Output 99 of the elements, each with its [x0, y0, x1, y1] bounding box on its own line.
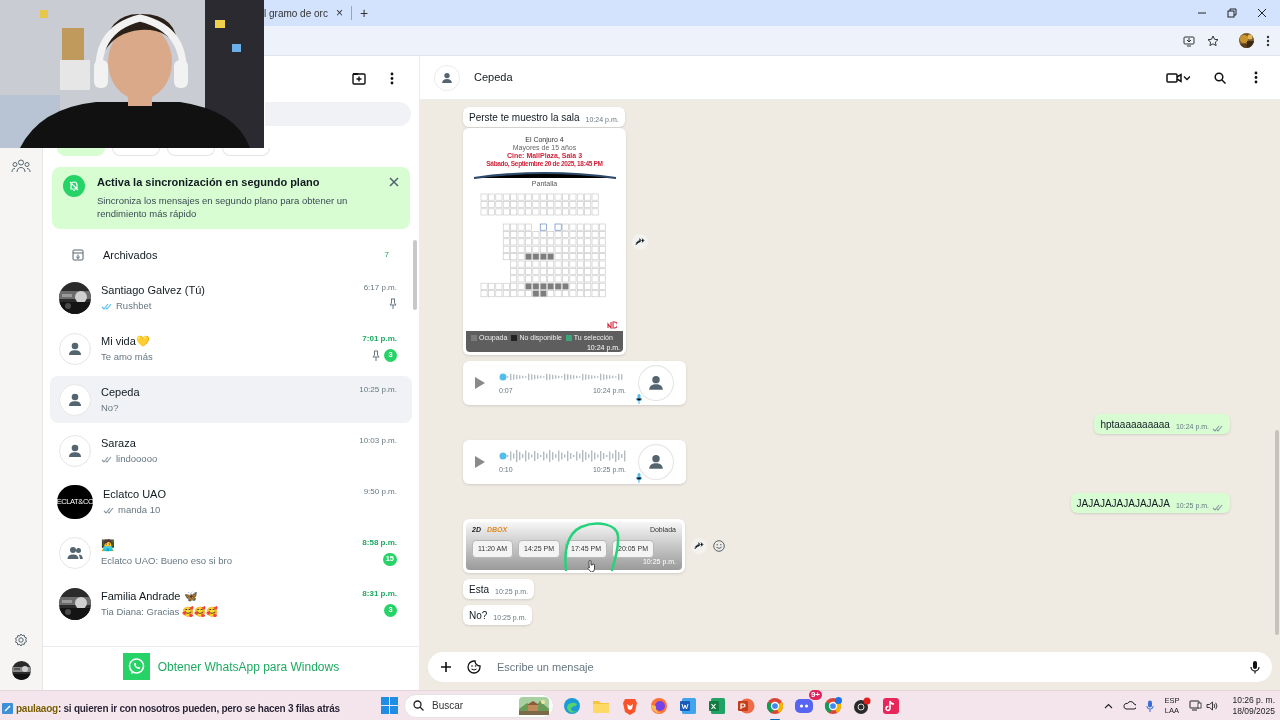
star-icon[interactable] — [1207, 34, 1219, 47]
scrollbar-thumb[interactable] — [1275, 430, 1279, 635]
archived-count: 7 — [384, 249, 389, 261]
video-call-icon[interactable] — [1166, 71, 1190, 84]
more-menu-icon[interactable] — [1266, 34, 1270, 47]
clock-date[interactable]: 18/09/2025 — [1232, 705, 1275, 717]
message-text: No? — [469, 609, 488, 623]
browser-icon[interactable] — [563, 696, 581, 715]
play-icon[interactable] — [475, 377, 485, 389]
banner-title: Activa la sincronización en segundo plano — [97, 175, 321, 189]
chat-name: Familia Andrade 🦋 — [101, 589, 199, 603]
music-note-app-icon[interactable] — [882, 696, 900, 715]
chat-time: 6:17 p.m. — [363, 281, 397, 294]
message-text: JAJAJAJAJAJAJAJA — [1076, 497, 1170, 511]
search-placeholder: Buscar — [432, 699, 465, 713]
chat-name: Mi vida💛 — [101, 334, 151, 348]
message-field[interactable]: Escribe un mensaje — [428, 652, 1272, 682]
slides-app-icon[interactable] — [737, 696, 755, 715]
chat-time: 10:25 p.m. — [359, 383, 397, 396]
search-icon[interactable] — [1214, 71, 1226, 84]
archived-label[interactable]: Archivados — [103, 246, 158, 264]
plus-icon[interactable] — [440, 661, 452, 673]
muted-bell-icon — [63, 175, 85, 197]
search-field[interactable] — [265, 102, 411, 126]
new-tab-button[interactable]: + — [359, 6, 369, 20]
new-chat-icon[interactable] — [352, 71, 366, 85]
chat-name: 🧑‍💻 — [101, 538, 116, 552]
document-app-icon[interactable] — [679, 696, 697, 715]
chat-list-item[interactable]: Santiago Galvez (Tú) Rushbet 6:17 p.m. — [50, 274, 412, 321]
sticker-icon[interactable] — [467, 660, 481, 674]
chat-time: 9:50 p.m. — [363, 485, 397, 498]
chat-time: 7:01 p.m. — [362, 332, 397, 345]
chat-list-item[interactable]: Saraza lindooooo 10:03 p.m. — [50, 427, 412, 474]
microphone-icon — [636, 473, 642, 483]
chat-preview: No? — [101, 402, 119, 414]
recorder-icon[interactable] — [853, 696, 871, 715]
restore-icon[interactable] — [1227, 8, 1237, 18]
notification-badge: 9+ — [808, 689, 822, 700]
sender-avatar-icon — [638, 444, 674, 480]
close-icon[interactable] — [389, 177, 399, 187]
chat-list-item[interactable]: Cepeda No? 10:25 p.m. — [50, 376, 412, 423]
monitor-network-icon[interactable] — [1189, 700, 1203, 711]
message-input[interactable]: Escribe un mensaje — [497, 658, 1250, 676]
lion-browser-icon[interactable] — [621, 696, 639, 715]
speaker-icon[interactable] — [1206, 700, 1219, 711]
communities-icon[interactable] — [11, 159, 31, 173]
forward-icon[interactable] — [632, 233, 648, 250]
windows-start-icon[interactable] — [381, 697, 398, 714]
progress-handle[interactable] — [499, 372, 507, 381]
tab-title[interactable]: l gramo de orc — [264, 5, 328, 21]
chat-name: Eclatco UAO — [103, 487, 167, 501]
chrome-icon[interactable] — [766, 696, 784, 715]
chat-time: 8:31 p.m. — [362, 587, 397, 600]
contact-avatar-icon — [434, 64, 460, 91]
clock-time[interactable]: 10:26 p. m. — [1232, 694, 1275, 706]
close-icon[interactable] — [1257, 8, 1267, 18]
more-menu-icon[interactable] — [390, 71, 394, 85]
play-icon[interactable] — [475, 456, 485, 468]
settings-icon[interactable] — [14, 633, 28, 647]
chat-preview: Eclatco UAO: Bueno eso si bro — [101, 555, 232, 567]
sender-avatar-icon — [638, 365, 674, 401]
user-badge-icon — [2, 703, 13, 714]
chat-preview: lindooooo — [116, 453, 158, 465]
scrollbar-thumb[interactable] — [413, 240, 417, 310]
message-text: Perste te muestro la sala — [469, 111, 580, 125]
chat-name: Saraza — [101, 436, 137, 450]
tab-close-button[interactable]: × — [335, 7, 343, 19]
emoji-icon[interactable] — [713, 540, 725, 552]
cloud-icon[interactable] — [1123, 701, 1137, 710]
chat-preview: manda 10 — [118, 504, 161, 516]
taskbar-search-field[interactable]: Buscar — [404, 693, 554, 718]
stream-chat-message: paulaaog: si quieren ir con nosotros pueden, pero se hacen 3 filas atrás — [16, 702, 340, 716]
forward-icon[interactable] — [691, 538, 707, 554]
banner-text: Sincroniza los mensajes en segundo plano para obtener un rendimiento más rápido — [97, 194, 349, 220]
whatsapp-logo-icon — [122, 653, 150, 680]
chat-name: Santiago Galvez (Tú) — [101, 283, 206, 297]
chat-preview: Rushbet — [116, 300, 152, 312]
progress-handle[interactable] — [499, 451, 507, 460]
install-app-icon[interactable] — [1183, 34, 1195, 47]
fox-browser-icon[interactable] — [650, 696, 668, 715]
chat-time: 10:03 p.m. — [359, 434, 397, 447]
microphone-icon — [636, 394, 642, 404]
chat-app-icon[interactable] — [795, 696, 813, 715]
archive-icon — [72, 249, 84, 261]
chevron-up-icon[interactable] — [1104, 702, 1114, 709]
more-menu-icon[interactable] — [1254, 71, 1258, 84]
message-text: Esta — [469, 583, 489, 597]
search-icon — [413, 700, 424, 711]
microphone-icon[interactable] — [1250, 660, 1260, 674]
active-indicator — [770, 718, 780, 720]
spreadsheet-app-icon[interactable] — [708, 696, 726, 715]
chat-name: Cepeda — [101, 385, 141, 399]
chat-preview: Tia Diana: Gracias 🥰🥰🥰 — [101, 606, 218, 618]
chrome-icon[interactable] — [824, 696, 842, 715]
chat-time: 8:58 p.m. — [362, 536, 397, 549]
contact-name[interactable]: Cepeda — [474, 69, 513, 86]
brand-mark-icon — [607, 320, 617, 329]
message-text: hptaaaaaaaaaa — [1100, 418, 1170, 432]
chat-preview: Te amo más — [101, 351, 153, 363]
